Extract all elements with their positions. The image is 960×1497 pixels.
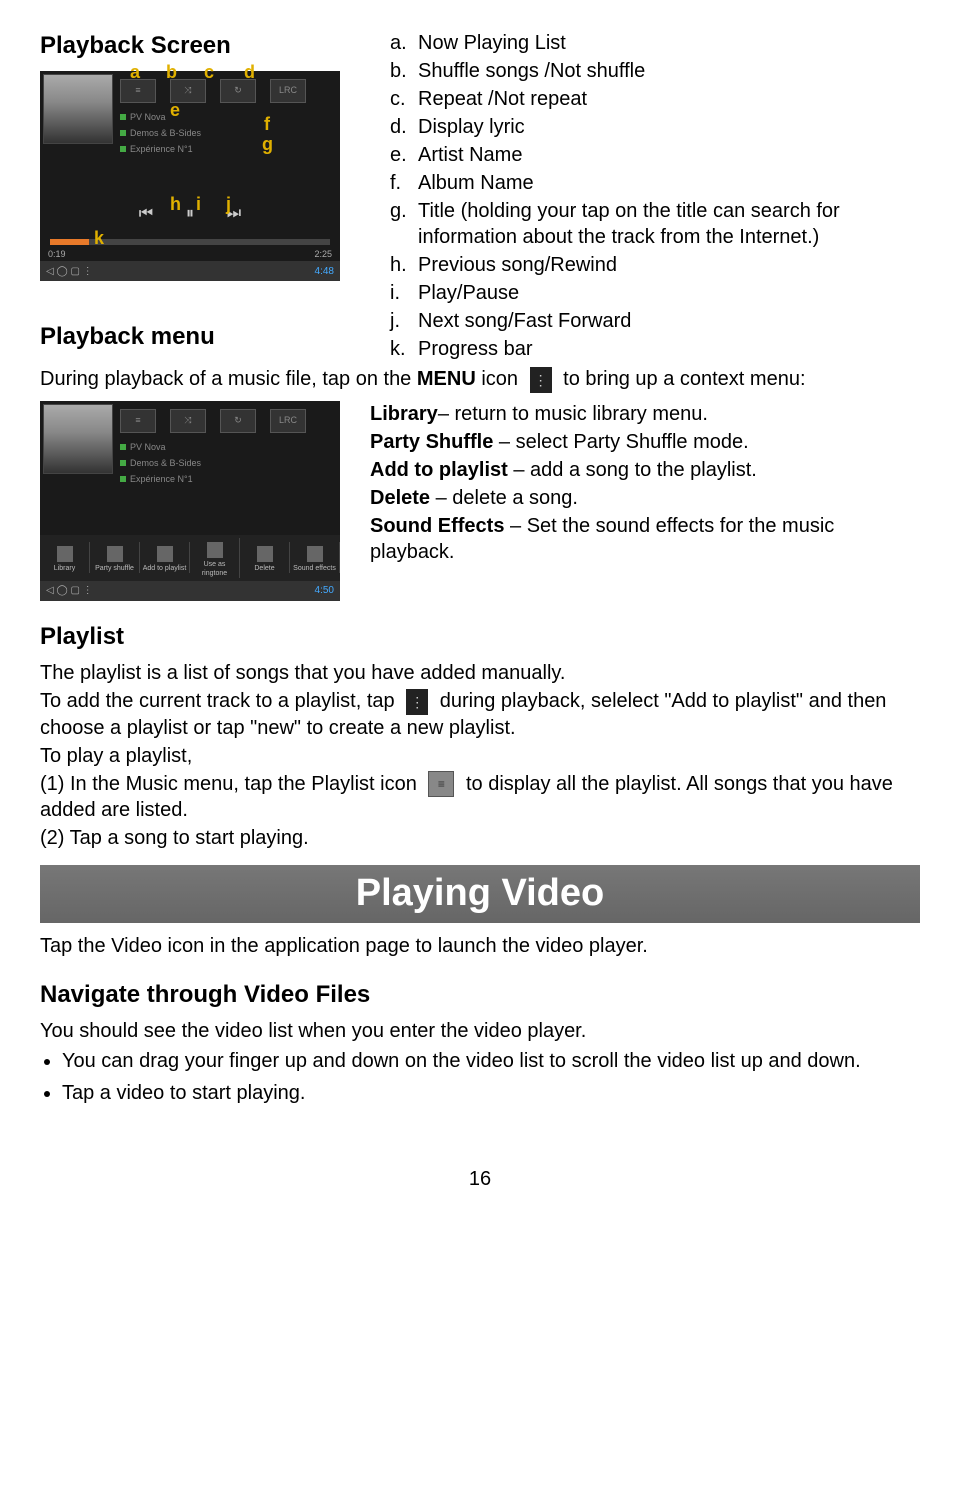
legend-text: Now Playing List (418, 30, 566, 56)
annotation-e: e (170, 99, 180, 122)
playback-screenshot: a b c d e f g h i j k ≡ ⤨ ↻ LRC PV Nova … (40, 71, 340, 281)
legend-text: Next song/Fast Forward (418, 308, 631, 334)
annotation-a: a (130, 61, 140, 84)
annotation-g: g (262, 133, 273, 156)
annotation-k: k (94, 227, 104, 250)
next-icon: ⏭ (221, 201, 247, 227)
repeat-icon: ↻ (220, 409, 256, 433)
track-title-text: Expérience N°1 (130, 141, 193, 157)
legend-text: Shuffle songs /Not shuffle (418, 58, 645, 84)
annotation-b: b (166, 61, 177, 84)
album-name-text: Demos & B-Sides (130, 125, 201, 141)
status-clock: 4:50 (315, 584, 334, 597)
elapsed-time: 0:19 (48, 249, 66, 261)
menu-use-as-ringtone: Use as ringtone (190, 538, 240, 578)
lrc-icon: LRC (270, 79, 306, 103)
prev-icon: ⏮ (133, 201, 159, 227)
nav-back-icon: ◁ ◯ ▢ ⋮ (46, 584, 93, 597)
nav-back-icon: ◁ ◯ ▢ ⋮ (46, 265, 93, 278)
now-playing-list-icon: ≡ (120, 409, 156, 433)
playlist-icon: ≡ (428, 771, 454, 797)
track-title-text: Expérience N°1 (130, 471, 193, 487)
playlist-step1: (1) In the Music menu, tap the Playlist … (40, 771, 920, 824)
legend-text: Artist Name (418, 142, 522, 168)
menu-party-shuffle: Party shuffle (90, 542, 140, 573)
legend-text: Album Name (418, 170, 534, 196)
progress-bar (50, 239, 330, 245)
artist-name-text: PV Nova (130, 439, 166, 455)
section-heading-playlist: Playlist (40, 621, 920, 652)
legend-text: Repeat /Not repeat (418, 86, 587, 112)
annotation-c: c (204, 61, 214, 84)
video-bullet-list: You can drag your finger up and down on … (40, 1048, 920, 1106)
annotation-j: j (226, 193, 231, 216)
shuffle-icon: ⤨ (170, 409, 206, 433)
section-heading-playback-screen: Playback Screen (40, 30, 360, 61)
legend-text: Title (holding your tap on the title can… (418, 198, 920, 250)
annotation-h: h (170, 193, 181, 216)
menu-add-to-playlist: Add to playlist (140, 542, 190, 573)
legend-text: Display lyric (418, 114, 525, 140)
menu-icon: ⋮ (406, 689, 428, 715)
playback-menu-intro: During playback of a music file, tap on … (40, 366, 920, 393)
menu-description-list: Library– return to music library menu. P… (370, 401, 920, 567)
video-intro: Tap the Video icon in the application pa… (40, 933, 920, 959)
legend-text: Previous song/Rewind (418, 252, 617, 278)
page-number: 16 (40, 1166, 920, 1192)
lrc-icon: LRC (270, 409, 306, 433)
playlist-p3: To play a playlist, (40, 743, 920, 769)
section-banner-playing-video: Playing Video (40, 865, 920, 922)
legend-list: a.Now Playing List b.Shuffle songs /Not … (390, 30, 920, 362)
section-heading-navigate-video: Navigate through Video Files (40, 979, 920, 1010)
artist-name-text: PV Nova (130, 109, 166, 125)
menu-sound-effects: Sound effects (290, 542, 340, 573)
video-p2: You should see the video list when you e… (40, 1018, 920, 1044)
remaining-time: 2:25 (314, 249, 332, 261)
playlist-p1: The playlist is a list of songs that you… (40, 660, 920, 686)
annotation-i: i (196, 193, 201, 216)
video-bullet-1: You can drag your finger up and down on … (62, 1048, 920, 1074)
status-clock: 4:48 (315, 265, 334, 278)
annotation-d: d (244, 61, 255, 84)
menu-library: Library (40, 542, 90, 573)
legend-text: Play/Pause (418, 280, 519, 306)
album-art-thumbnail (43, 404, 113, 474)
menu-delete: Delete (240, 542, 290, 573)
section-heading-playback-menu: Playback menu (40, 321, 360, 352)
video-bullet-2: Tap a video to start playing. (62, 1080, 920, 1106)
album-art-thumbnail (43, 74, 113, 144)
menu-icon: ⋮ (530, 367, 552, 393)
playlist-p2: To add the current track to a playlist, … (40, 688, 920, 741)
legend-text: Progress bar (418, 336, 533, 362)
album-name-text: Demos & B-Sides (130, 455, 201, 471)
playlist-step2: (2) Tap a song to start playing. (40, 825, 920, 851)
playback-menu-screenshot: ≡ ⤨ ↻ LRC PV Nova Demos & B-Sides Expéri… (40, 401, 340, 601)
